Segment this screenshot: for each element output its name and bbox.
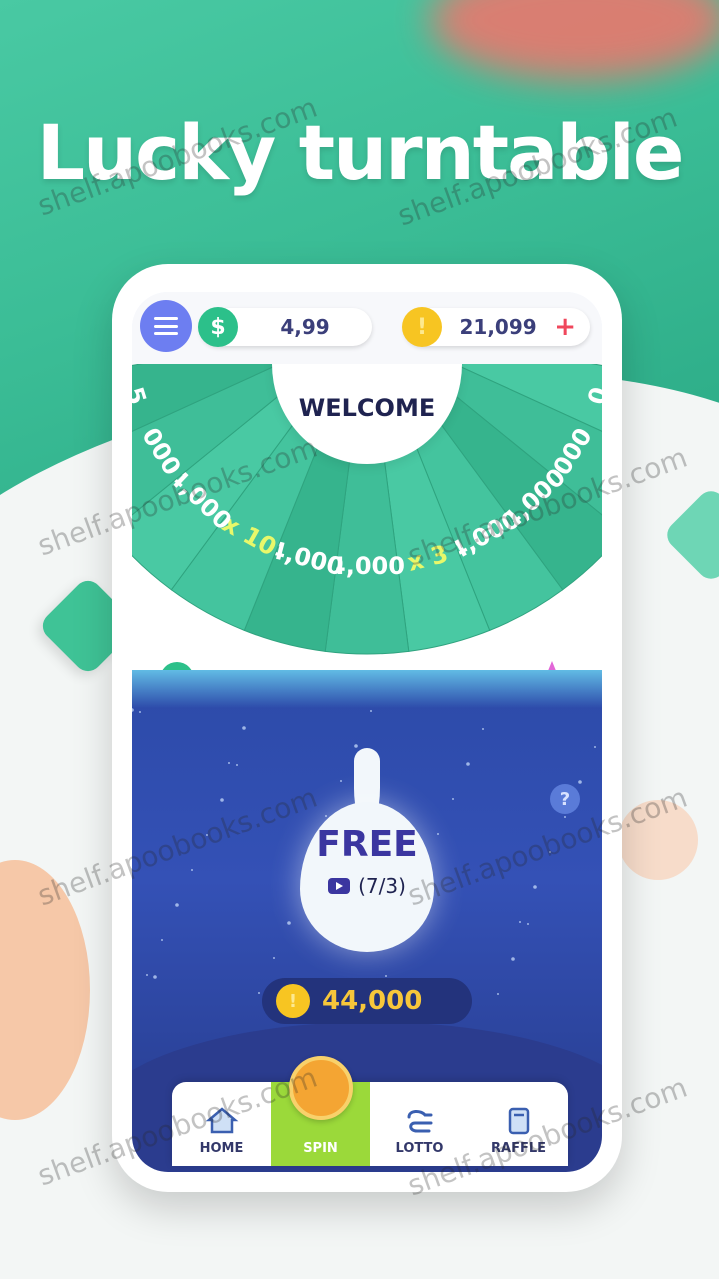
star-dot	[175, 903, 179, 907]
star-dot	[564, 816, 566, 818]
star-dot	[578, 780, 582, 784]
star-dot	[236, 764, 238, 766]
cash-balance[interactable]: $ 4,99	[198, 307, 372, 347]
star-dot	[220, 798, 224, 802]
total-coins: ! 44,000	[262, 978, 472, 1024]
star-dot	[146, 974, 148, 976]
help-icon[interactable]: ?	[550, 784, 580, 814]
star-dot	[161, 939, 163, 941]
coin-value: 21,099	[459, 315, 537, 339]
star-dot	[452, 798, 454, 800]
star-dot	[370, 710, 372, 712]
star-dot	[466, 762, 470, 766]
total-coins-value: 44,000	[322, 986, 423, 1016]
star-dot	[287, 921, 291, 925]
free-label: FREE	[316, 824, 418, 865]
star-dot	[594, 746, 596, 748]
free-count-text: (7/3)	[358, 874, 406, 898]
app-screen: $ 4,99 ! 21,099 + 0 000 4,000 4,000 x 3 4,000…	[132, 292, 602, 1172]
star-dot	[511, 957, 515, 961]
star-dot	[482, 728, 484, 730]
star-dot	[325, 815, 327, 817]
star-dot	[242, 726, 246, 730]
phone-frame: $ 4,99 ! 21,099 + 0 000 4,000 4,000 x 3 4,000…	[112, 264, 622, 1192]
menu-button[interactable]	[140, 300, 192, 352]
coin-icon: !	[276, 984, 310, 1018]
star-dot	[153, 975, 157, 979]
star-dot	[139, 711, 141, 713]
nav-label-lotto: LOTTO	[395, 1141, 444, 1156]
top-bar: $ 4,99 ! 21,099 +	[132, 292, 602, 372]
star-dot	[191, 869, 193, 871]
star-dot	[340, 780, 342, 782]
cash-value: 4,99	[280, 315, 330, 339]
light-glow	[132, 670, 602, 708]
nav-label-spin: SPIN	[303, 1141, 338, 1156]
video-icon	[328, 878, 351, 894]
lotto-icon	[407, 1110, 432, 1133]
coin-balance[interactable]: ! 21,099 +	[402, 307, 590, 347]
star-dot	[519, 921, 521, 923]
star-dot	[258, 992, 260, 994]
nav-label-home: HOME	[199, 1141, 244, 1156]
hamburger-icon	[154, 317, 178, 335]
star-dot	[437, 833, 439, 835]
star-dot	[527, 923, 529, 925]
star-dot	[273, 957, 275, 959]
add-coins-icon[interactable]: +	[554, 312, 576, 342]
star-dot	[354, 744, 358, 748]
star-dot	[132, 708, 134, 712]
welcome-label: WELCOME	[298, 394, 436, 422]
star-dot	[385, 975, 387, 977]
coin-icon: !	[402, 307, 442, 347]
star-dot	[228, 762, 230, 764]
dollar-icon: $	[198, 307, 238, 347]
star-dot	[497, 993, 499, 995]
star-dot	[533, 885, 537, 889]
